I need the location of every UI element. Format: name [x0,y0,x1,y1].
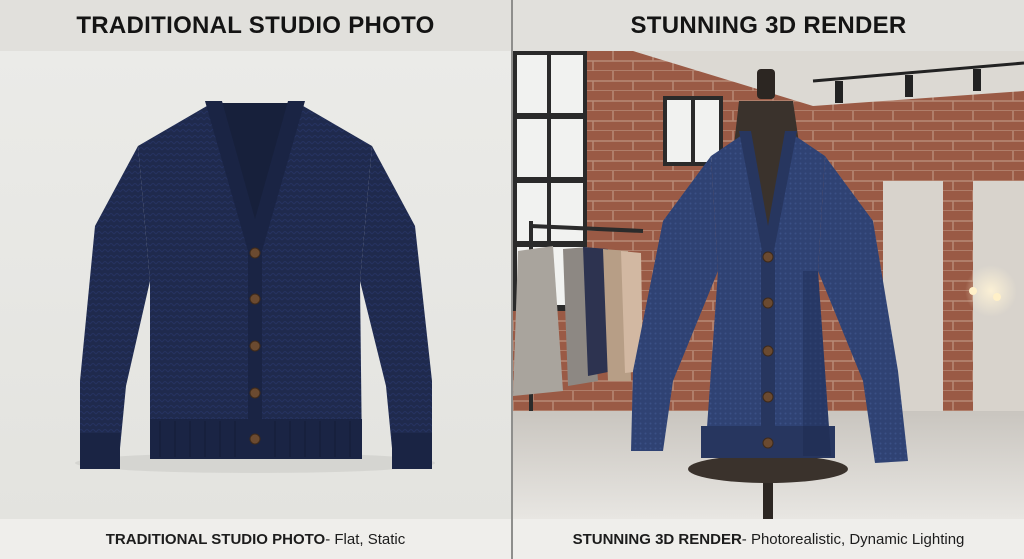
render-panel: STUNNING 3D RENDER STUNNING 3D RENDER - … [513,0,1024,559]
render-caption-title: STUNNING 3D RENDER [572,530,742,548]
flat-cardigan-photo [0,51,511,519]
render-caption: STUNNING 3D RENDER - Photorealistic, Dyn… [513,519,1024,559]
studio-photo-panel: TRADITIONAL STUDIO PHOTO TRADITIONAL STU… [0,0,511,559]
comparison-graphic: TRADITIONAL STUDIO PHOTO TRADITIONAL STU… [0,0,1024,559]
studio-photo-caption-title: TRADITIONAL STUDIO PHOTO [105,530,326,548]
render-header: STUNNING 3D RENDER [513,0,1024,51]
render-caption-detail: - Photorealistic, Dynamic Lighting [741,530,965,548]
studio-photo-caption-detail: - Flat, Static [325,530,406,548]
cardigan-on-mannequin-render [513,51,1024,519]
studio-photo-caption: TRADITIONAL STUDIO PHOTO - Flat, Static [0,519,511,559]
studio-photo-header: TRADITIONAL STUDIO PHOTO [0,0,511,51]
